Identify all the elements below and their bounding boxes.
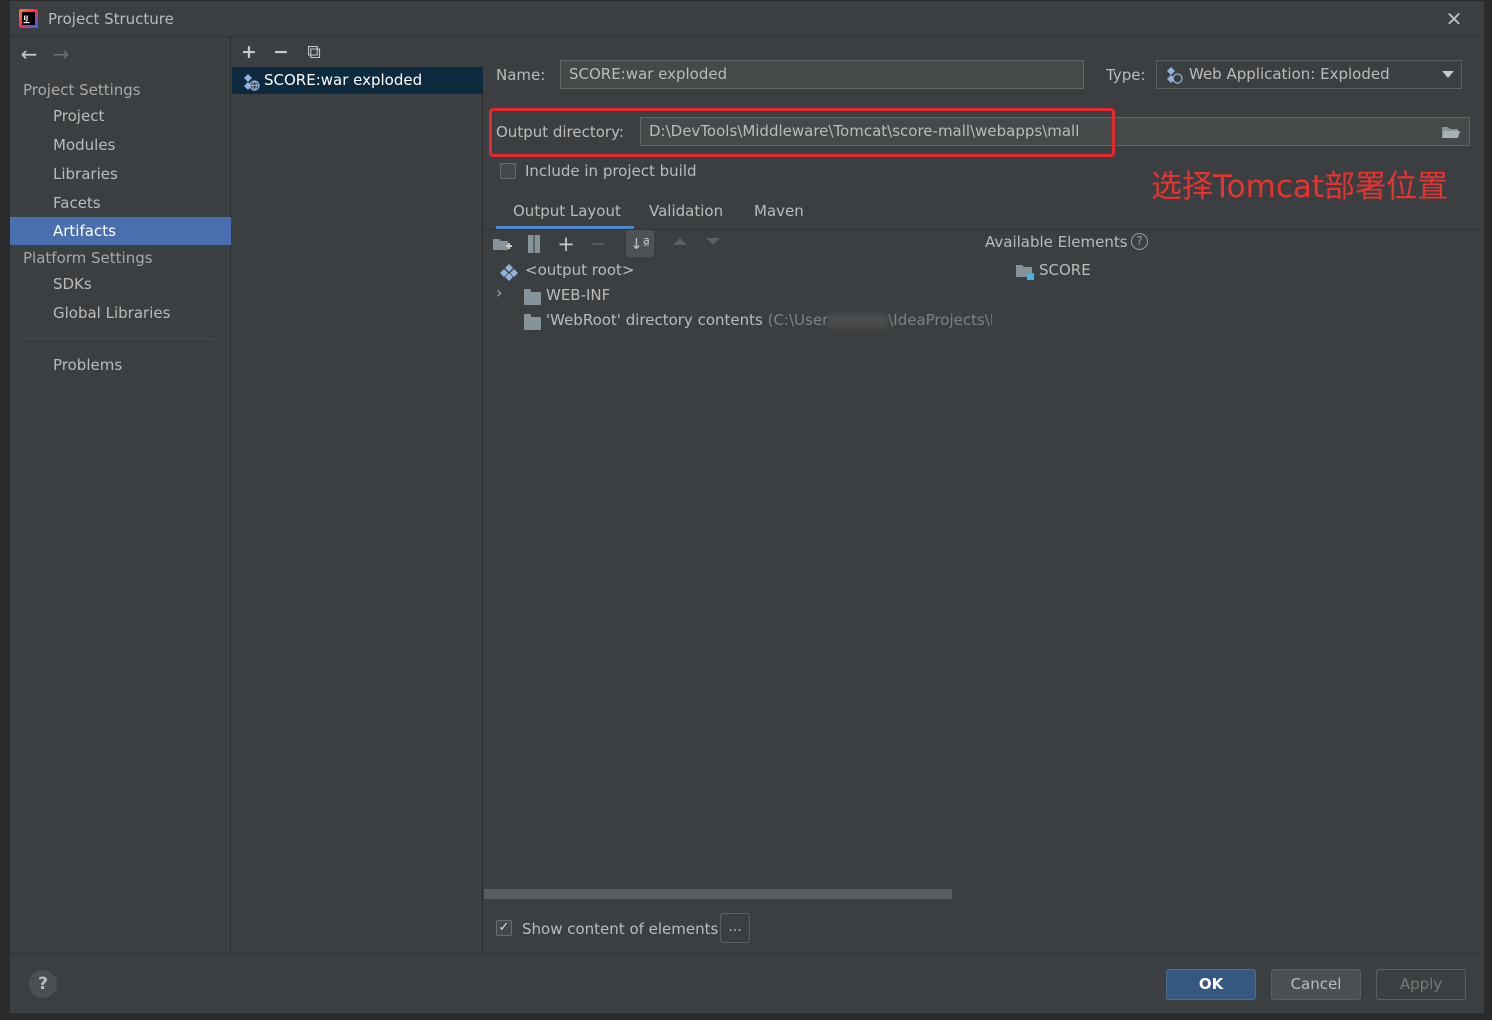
close-button[interactable]: ✕	[1442, 8, 1466, 30]
name-input[interactable]: SCORE:war exploded	[560, 60, 1084, 89]
apply-button[interactable]: Apply	[1376, 969, 1466, 1000]
remove-element-icon[interactable]: −	[586, 232, 610, 256]
folder-icon	[524, 314, 541, 330]
intellij-idea-icon: IJ	[19, 9, 38, 28]
background-ide-edge	[1483, 0, 1492, 1020]
nav-item-problems[interactable]: Problems	[10, 351, 231, 379]
title-bar: IJ Project Structure ✕	[10, 1, 1484, 37]
web-app-icon	[1167, 67, 1183, 84]
show-content-label: Show content of elements	[522, 920, 719, 938]
type-label: Type:	[1106, 66, 1146, 84]
horizontal-scrollbar[interactable]	[484, 889, 952, 899]
artifact-details: Name: SCORE:war exploded Type: Web Appli…	[484, 37, 1484, 953]
tree-item-output-root[interactable]: <output root>	[525, 258, 634, 283]
name-label: Name:	[496, 66, 546, 84]
nav-item-modules[interactable]: Modules	[10, 131, 231, 159]
cancel-button[interactable]: Cancel	[1271, 969, 1361, 1000]
move-up-icon[interactable]	[673, 238, 687, 245]
tree-item-webroot-contents[interactable]: 'WebRoot' directory contents (C:\User \Id…	[546, 308, 992, 333]
nav-item-libraries[interactable]: Libraries	[10, 160, 231, 188]
project-structure-dialog: IJ Project Structure ✕ ← → Project Setti…	[9, 0, 1484, 1013]
remove-icon[interactable]: −	[269, 40, 293, 64]
nav-item-global-libraries[interactable]: Global Libraries	[10, 299, 231, 327]
nav-item-sdks[interactable]: SDKs	[10, 270, 231, 298]
dialog-title: Project Structure	[48, 10, 174, 28]
back-arrow-icon[interactable]: ←	[16, 41, 42, 67]
include-build-checkbox[interactable]	[500, 163, 516, 179]
webroot-contents-label: 'WebRoot' directory contents	[546, 311, 763, 329]
artifact-list-item[interactable]: SCORE:war exploded	[232, 67, 483, 94]
type-select-value: Web Application: Exploded	[1189, 65, 1390, 83]
available-elements-label: Available Elements	[985, 233, 1128, 251]
tab-validation[interactable]: Validation	[649, 199, 723, 229]
background-ide-edge-bottom	[0, 1012, 1492, 1020]
include-build-label: Include in project build	[525, 162, 697, 180]
annotation-text: 选择Tomcat部署位置	[1151, 169, 1449, 205]
webroot-path-end: \IdeaProjects\M	[888, 311, 992, 329]
blurred-username	[828, 313, 889, 328]
artifact-root-icon	[500, 264, 518, 281]
show-content-checkbox[interactable]: ✓	[496, 920, 512, 936]
help-circle-icon[interactable]: ?	[1131, 233, 1148, 250]
nav-item-project[interactable]: Project	[10, 102, 231, 130]
settings-navigation: ← → Project Settings Project Modules Lib…	[10, 37, 231, 953]
add-copy-icon[interactable]: +	[554, 232, 578, 256]
forward-arrow-icon[interactable]: →	[48, 41, 74, 67]
add-icon[interactable]: +	[237, 40, 261, 64]
sort-alpha-icon[interactable]: ↓ª	[628, 232, 652, 256]
chevron-right-icon[interactable]: ›	[496, 283, 502, 302]
svg-text:IJ: IJ	[24, 14, 29, 22]
ok-button[interactable]: OK	[1166, 969, 1256, 1000]
module-folder-icon	[1016, 265, 1034, 280]
available-element-score[interactable]: SCORE	[1039, 258, 1091, 283]
tab-maven[interactable]: Maven	[754, 199, 804, 229]
copy-icon[interactable]: ⧉	[302, 40, 326, 64]
artifacts-list-pane: + − ⧉ SCORE:war exploded	[232, 37, 483, 953]
nav-item-artifacts[interactable]: Artifacts	[10, 217, 231, 245]
browse-folder-icon[interactable]	[1441, 125, 1461, 140]
content-options-button[interactable]: ...	[720, 913, 750, 943]
dialog-footer: ? OK Cancel Apply	[10, 953, 1484, 1013]
type-select[interactable]: Web Application: Exploded	[1156, 60, 1462, 89]
nav-separator	[23, 338, 215, 339]
help-button[interactable]: ?	[29, 970, 57, 998]
project-settings-header: Project Settings	[23, 81, 141, 99]
war-exploded-icon	[244, 74, 260, 91]
webroot-path-start: (C:\User	[767, 311, 829, 329]
create-archive-icon[interactable]	[526, 234, 542, 254]
move-down-icon[interactable]	[706, 238, 720, 245]
create-directory-icon[interactable]	[492, 236, 512, 252]
platform-settings-header: Platform Settings	[23, 249, 153, 267]
chevron-down-icon	[1442, 71, 1454, 78]
nav-item-facets[interactable]: Facets	[10, 189, 231, 217]
artifacts-toolbar: + − ⧉	[232, 37, 483, 67]
output-directory-highlight	[489, 108, 1115, 157]
tab-output-layout[interactable]: Output Layout	[496, 199, 634, 229]
folder-icon	[524, 289, 541, 305]
tree-item-web-inf[interactable]: WEB-INF	[546, 283, 610, 308]
